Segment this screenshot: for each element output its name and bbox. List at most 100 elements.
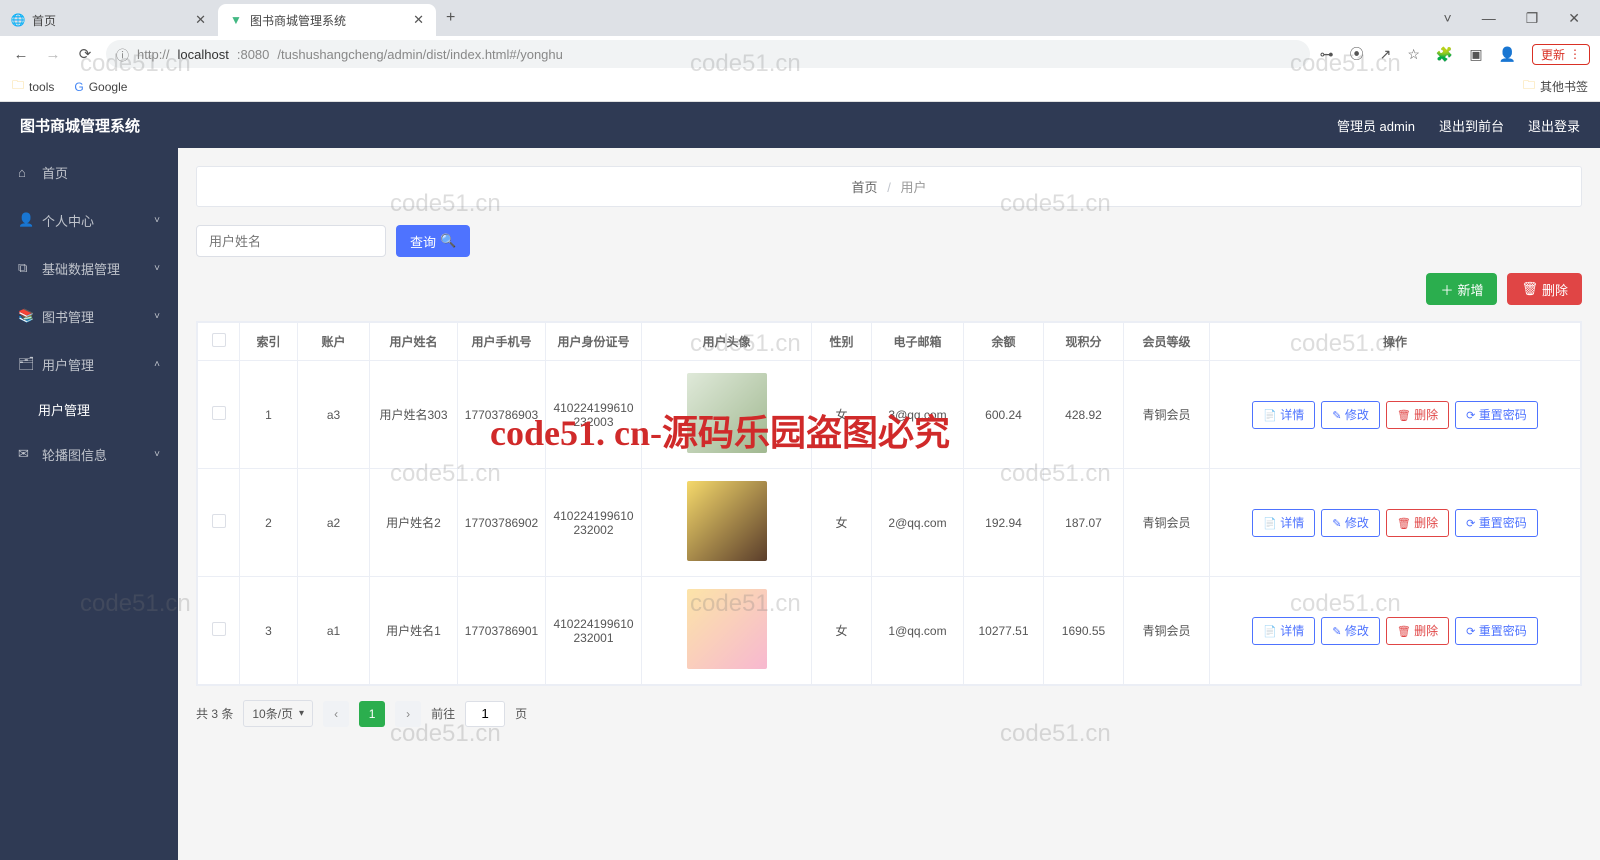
bookmark-tools[interactable]: 🗀tools <box>12 76 54 97</box>
table-header: 用户身份证号 <box>546 323 642 361</box>
data-table: 索引账户用户姓名用户手机号用户身份证号用户头像性别电子邮箱余额现积分会员等级操作… <box>196 321 1582 686</box>
table-header: 电子邮箱 <box>872 323 964 361</box>
pager-prev[interactable]: ‹ <box>323 701 349 727</box>
edit-button[interactable]: ✎ 修改 <box>1321 509 1380 537</box>
delete-button[interactable]: 🗑删除 <box>1507 273 1582 305</box>
key-icon[interactable]: ⊶ <box>1320 46 1334 63</box>
bookmark-other[interactable]: 🗀其他书签 <box>1523 76 1588 97</box>
edit-button[interactable]: ✎ 修改 <box>1321 401 1380 429</box>
table-header: 会员等级 <box>1124 323 1210 361</box>
cell-points: 1690.55 <box>1044 577 1124 685</box>
share-icon[interactable]: ↗ <box>1380 46 1392 63</box>
url-path: /tushushangcheng/admin/dist/index.html#/… <box>277 47 562 62</box>
detail-button[interactable]: 📄 详情 <box>1252 509 1315 537</box>
row-delete-button[interactable]: 🗑 删除 <box>1386 617 1449 645</box>
browser-tab-active[interactable]: ▼ 图书商城管理系统 ✕ <box>218 4 436 36</box>
table-header: 账户 <box>298 323 370 361</box>
table-row: 1a3用户姓名30317703786903410224199610232003女… <box>198 361 1581 469</box>
detail-button[interactable]: 📄 详情 <box>1252 401 1315 429</box>
cell-level: 青铜会员 <box>1124 469 1210 577</box>
reset-password-button[interactable]: ⟳ 重置密码 <box>1455 617 1538 645</box>
add-button[interactable]: ＋新增 <box>1426 273 1497 305</box>
extensions-icon[interactable]: 🧩 <box>1436 46 1453 63</box>
star-icon[interactable]: ☆ <box>1407 46 1420 63</box>
chevron-up-icon: ˄ <box>154 359 160 370</box>
forward-icon[interactable]: → <box>42 46 64 63</box>
cell-balance: 600.24 <box>964 361 1044 469</box>
chevron-down-icon: ˅ <box>154 215 160 226</box>
reload-icon[interactable]: ⟳ <box>74 45 96 63</box>
maximize-icon[interactable]: ❐ <box>1526 10 1539 27</box>
header-logout[interactable]: 退出登录 <box>1528 116 1580 135</box>
avatar-image <box>687 481 767 561</box>
breadcrumb-current: 用户 <box>900 180 926 195</box>
window-dropdown-icon[interactable]: ˅ <box>1444 10 1452 27</box>
trash-icon: 🗑 <box>1521 281 1538 297</box>
new-tab-button[interactable]: + <box>436 9 465 27</box>
sidepanel-icon[interactable]: ▣ <box>1469 46 1482 63</box>
bookmark-google[interactable]: GGoogle <box>74 80 127 94</box>
browser-chrome: 🌐 首页 ✕ ▼ 图书商城管理系统 ✕ + ˅ — ❐ ✕ ← → ⟳ ⓘ ht… <box>0 0 1600 102</box>
sidebar-label: 基础数据管理 <box>42 259 120 278</box>
cell-email: 1@qq.com <box>872 577 964 685</box>
window-close-icon[interactable]: ✕ <box>1568 10 1580 27</box>
browser-tab-home[interactable]: 🌐 首页 ✕ <box>0 4 218 36</box>
detail-button[interactable]: 📄 详情 <box>1252 617 1315 645</box>
row-delete-button[interactable]: 🗑 删除 <box>1386 401 1449 429</box>
header-admin[interactable]: 管理员 admin <box>1337 116 1415 135</box>
sidebar-sub-item[interactable]: 用户管理 <box>0 388 178 430</box>
pager-next[interactable]: › <box>395 701 421 727</box>
id-icon: 🗂 <box>18 356 32 372</box>
search-button[interactable]: 查询 🔍 <box>396 225 470 257</box>
sidebar-item-0[interactable]: ⌂首页 <box>0 148 178 196</box>
search-input[interactable] <box>196 225 386 257</box>
update-button[interactable]: 更新⋮ <box>1532 44 1590 65</box>
cell-phone: 17703786902 <box>458 469 546 577</box>
edit-button[interactable]: ✎ 修改 <box>1321 617 1380 645</box>
sidebar-label: 用户管理 <box>42 355 94 374</box>
cell-email: 3@qq.com <box>872 361 964 469</box>
reset-icon: ⟳ <box>1466 518 1475 530</box>
row-checkbox[interactable] <box>212 514 226 528</box>
table-header: 用户手机号 <box>458 323 546 361</box>
close-icon[interactable]: ✕ <box>411 12 426 28</box>
cell-phone: 17703786903 <box>458 361 546 469</box>
translate-icon[interactable]: ⦿ <box>1350 44 1364 64</box>
sidebar: ⌂首页👤个人中心˅⧉基础数据管理˅📚图书管理˅🗂用户管理˄用户管理✉轮播图信息˅ <box>0 148 178 860</box>
row-checkbox[interactable] <box>212 622 226 636</box>
row-delete-button[interactable]: 🗑 删除 <box>1386 509 1449 537</box>
cell-level: 青铜会员 <box>1124 361 1210 469</box>
profile-icon[interactable]: 👤 <box>1499 46 1516 63</box>
vue-icon: ▼ <box>228 12 244 28</box>
checkbox-all[interactable] <box>212 333 226 347</box>
sidebar-item-1[interactable]: 👤个人中心˅ <box>0 196 178 244</box>
sidebar-item-5[interactable]: ✉轮播图信息˅ <box>0 430 178 478</box>
plus-icon: ＋ <box>1440 280 1453 299</box>
reset-password-button[interactable]: ⟳ 重置密码 <box>1455 509 1538 537</box>
cell-account: a3 <box>298 361 370 469</box>
sidebar-item-4[interactable]: 🗂 用户管理 ˄ <box>0 340 178 388</box>
close-icon[interactable]: ✕ <box>193 12 208 28</box>
breadcrumb-home[interactable]: 首页 <box>852 180 878 195</box>
cell-level: 青铜会员 <box>1124 577 1210 685</box>
reset-password-button[interactable]: ⟳ 重置密码 <box>1455 401 1538 429</box>
row-checkbox[interactable] <box>212 406 226 420</box>
header-to-front[interactable]: 退出到前台 <box>1439 116 1504 135</box>
url-input[interactable]: ⓘ http://localhost:8080/tushushangcheng/… <box>106 40 1310 68</box>
sidebar-label: 图书管理 <box>42 307 94 326</box>
cell-email: 2@qq.com <box>872 469 964 577</box>
table-header: 用户姓名 <box>370 323 458 361</box>
minimize-icon[interactable]: — <box>1482 10 1496 27</box>
sidebar-item-3[interactable]: 📚图书管理˅ <box>0 292 178 340</box>
table-header: 索引 <box>240 323 298 361</box>
cell-balance: 10277.51 <box>964 577 1044 685</box>
back-icon[interactable]: ← <box>10 46 32 63</box>
tab-title: 首页 <box>32 12 187 29</box>
sidebar-item-2[interactable]: ⧉基础数据管理˅ <box>0 244 178 292</box>
book-icon: 📚 <box>18 308 32 324</box>
page-size-select[interactable]: 10条/页▾ <box>243 700 313 727</box>
cell-idcard: 410224199610232002 <box>546 469 642 577</box>
pager-goto-input[interactable] <box>465 701 505 727</box>
pager-page-1[interactable]: 1 <box>359 701 385 727</box>
trash-icon: 🗑 <box>1397 626 1411 638</box>
